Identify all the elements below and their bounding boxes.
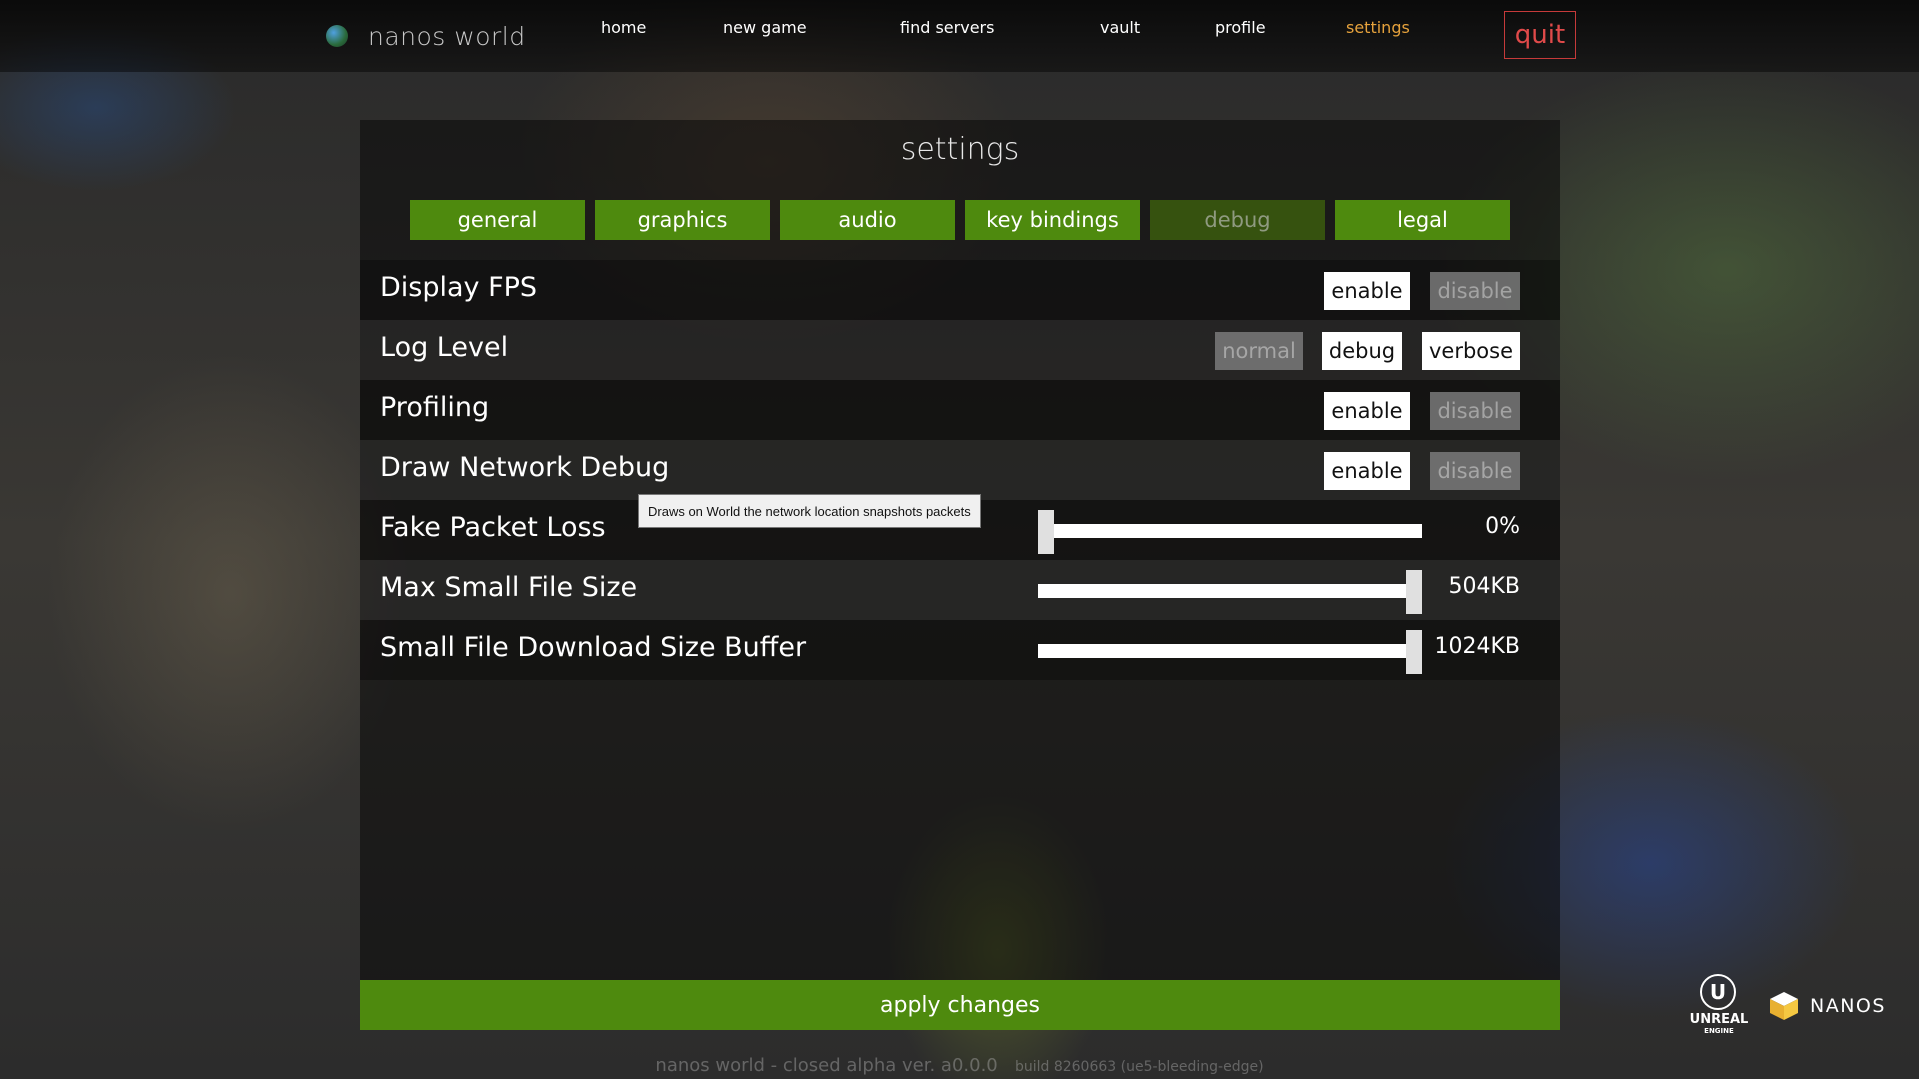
nanos-cube-icon <box>1768 990 1800 1022</box>
settings-panel: settings general graphics audio key bind… <box>360 120 1560 1030</box>
profiling-disable-button[interactable]: disable <box>1430 392 1520 430</box>
profiling-label: Profiling <box>380 392 490 423</box>
fake-packet-loss-value: 0% <box>1485 514 1520 539</box>
small-file-buffer-slider[interactable] <box>1038 644 1422 658</box>
row-profiling: Profiling enable disable <box>360 380 1560 440</box>
nav-home[interactable]: home <box>601 18 646 37</box>
nanos-logo-text: NANOS <box>1810 995 1886 1017</box>
max-small-file-size-slider-handle[interactable] <box>1406 570 1422 614</box>
log-level-verbose-button[interactable]: verbose <box>1422 332 1520 370</box>
log-level-debug-button[interactable]: debug <box>1322 332 1402 370</box>
row-max-small-file-size: Max Small File Size 504KB <box>360 560 1560 620</box>
network-debug-tooltip: Draws on World the network location snap… <box>638 494 981 528</box>
max-small-file-size-label: Max Small File Size <box>380 572 638 603</box>
top-nav-bar: nanos world home new game find servers v… <box>0 0 1919 72</box>
display-fps-label: Display FPS <box>380 272 538 303</box>
log-level-label: Log Level <box>380 332 509 363</box>
unreal-logo-text: UNREAL <box>1689 1012 1749 1027</box>
unreal-u-icon: U <box>1700 974 1736 1010</box>
draw-network-debug-disable-button[interactable]: disable <box>1430 452 1520 490</box>
tab-legal[interactable]: legal <box>1335 200 1510 240</box>
build-text: build 8260663 (ue5-bleeding-edge) <box>1014 1059 1264 1075</box>
nav-new-game[interactable]: new game <box>723 18 807 37</box>
version-text: nanos world - closed alpha ver. a0.0.0 <box>655 1055 998 1076</box>
apply-changes-button[interactable]: apply changes <box>360 980 1560 1030</box>
nanos-logo: NANOS <box>1768 986 1886 1026</box>
nav-profile[interactable]: profile <box>1215 18 1266 37</box>
tab-debug[interactable]: debug <box>1150 200 1325 240</box>
small-file-buffer-label: Small File Download Size Buffer <box>380 632 807 663</box>
tab-key-bindings[interactable]: key bindings <box>965 200 1140 240</box>
fake-packet-loss-label: Fake Packet Loss <box>380 512 606 543</box>
nav-find-servers[interactable]: find servers <box>900 18 994 37</box>
row-small-file-buffer: Small File Download Size Buffer 1024KB <box>360 620 1560 680</box>
tab-graphics[interactable]: graphics <box>595 200 770 240</box>
nav-settings[interactable]: settings <box>1346 18 1410 37</box>
nav-vault[interactable]: vault <box>1100 18 1140 37</box>
draw-network-debug-label: Draw Network Debug <box>380 452 670 483</box>
unreal-engine-logo: U UNREAL ENGINE <box>1682 974 1756 1035</box>
fake-packet-loss-slider-handle[interactable] <box>1038 510 1054 554</box>
profiling-enable-button[interactable]: enable <box>1324 392 1410 430</box>
brand-name: nanos world <box>368 21 526 51</box>
globe-icon <box>326 25 348 47</box>
small-file-buffer-value: 1024KB <box>1434 634 1520 659</box>
row-display-fps: Display FPS enable disable <box>360 260 1560 320</box>
brand[interactable]: nanos world <box>326 18 526 54</box>
tab-audio[interactable]: audio <box>780 200 955 240</box>
row-draw-network-debug: Draw Network Debug enable disable <box>360 440 1560 500</box>
max-small-file-size-slider[interactable] <box>1038 584 1422 598</box>
max-small-file-size-value: 504KB <box>1448 574 1520 599</box>
display-fps-disable-button[interactable]: disable <box>1430 272 1520 310</box>
version-footer: nanos world - closed alpha ver. a0.0.0 b… <box>0 1055 1919 1076</box>
log-level-normal-button[interactable]: normal <box>1215 332 1303 370</box>
display-fps-enable-button[interactable]: enable <box>1324 272 1410 310</box>
unreal-logo-subtext: ENGINE <box>1704 1027 1734 1035</box>
tab-general[interactable]: general <box>410 200 585 240</box>
fake-packet-loss-slider[interactable] <box>1038 524 1422 538</box>
panel-title: settings <box>900 132 1020 167</box>
row-log-level: Log Level normal debug verbose <box>360 320 1560 380</box>
quit-button[interactable]: quit <box>1504 11 1576 59</box>
small-file-buffer-slider-handle[interactable] <box>1406 630 1422 674</box>
draw-network-debug-enable-button[interactable]: enable <box>1324 452 1410 490</box>
